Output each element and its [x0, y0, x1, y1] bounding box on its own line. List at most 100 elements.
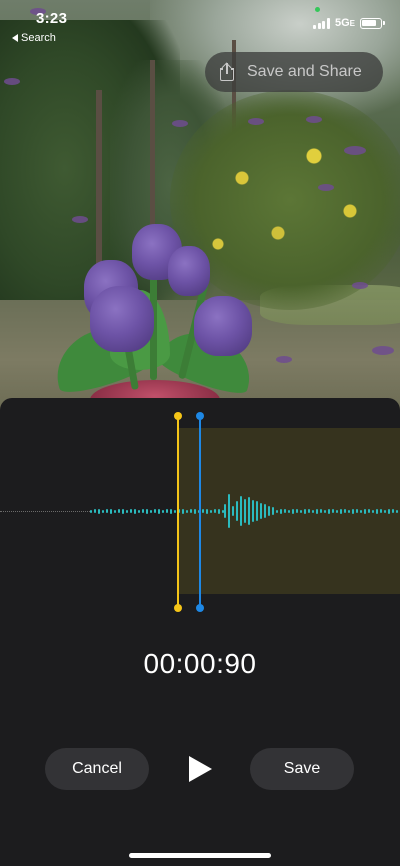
waveform-bar [194, 508, 196, 514]
waveform-bar [142, 509, 144, 513]
waveform-bar [312, 509, 314, 513]
waveform-bar [308, 509, 310, 513]
back-arrow-icon [12, 34, 18, 42]
waveform-bar [106, 509, 108, 513]
waveform-bar [252, 500, 254, 522]
waveform-bar [356, 509, 358, 513]
waveform-bar [162, 509, 164, 513]
tulip-bloom [90, 286, 154, 352]
share-icon [219, 62, 235, 81]
waveform-bar [98, 508, 100, 514]
floating-petal [344, 146, 366, 155]
waveform-bar [260, 503, 262, 519]
waveform-bar [202, 509, 204, 513]
waveform-bar [232, 506, 234, 516]
waveform-bar [324, 509, 326, 513]
floating-petal [248, 118, 264, 125]
trim-start-handle[interactable] [174, 412, 182, 612]
save-button[interactable]: Save [250, 748, 354, 790]
playhead-bottom-knob[interactable] [196, 604, 204, 612]
battery-icon [360, 17, 385, 29]
floating-petal [318, 184, 334, 191]
waveform-bar [256, 501, 258, 521]
back-link-label: Search [21, 32, 56, 44]
floating-petal [306, 116, 322, 123]
waveform-bar [296, 509, 298, 513]
waveform-bar [268, 506, 270, 516]
back-to-search-link[interactable]: Search [12, 32, 56, 44]
waveform-bar [336, 509, 338, 513]
tulip-bloom [194, 296, 252, 356]
waveform-bar [396, 509, 398, 513]
waveform-bar [138, 509, 140, 513]
save-and-share-button[interactable]: Save and Share [205, 52, 383, 92]
waveform-bar [240, 496, 242, 526]
waveform-bar [90, 509, 92, 513]
waveform-bar [206, 508, 208, 514]
waveform-bar [360, 509, 362, 513]
waveform-bar [114, 509, 116, 513]
tulip-bloom [168, 246, 210, 296]
waveform-bar [376, 508, 378, 514]
waveform-bar [272, 507, 274, 515]
waveform-bar [280, 508, 282, 514]
trim-start-handle-top-knob[interactable] [174, 412, 182, 420]
waveform-bar [380, 509, 382, 513]
waveform-bar [320, 509, 322, 513]
status-icons: 5GE [313, 17, 385, 29]
waveform-bar [190, 509, 192, 513]
status-time: 3:23 [36, 10, 68, 27]
camera-in-use-indicator [315, 7, 320, 12]
waveform-bar [102, 509, 104, 513]
cellular-signal-icon [313, 17, 330, 29]
waveform-bar [218, 508, 220, 514]
waveform-bar [130, 509, 132, 513]
floating-petal [352, 282, 368, 289]
waveform-bar [284, 509, 286, 513]
waveform-bar [158, 508, 160, 514]
waveform-bar [288, 509, 290, 513]
waveform-bar [364, 508, 366, 514]
waveform-bar [304, 508, 306, 514]
status-bar: 3:23 Search 5GE [0, 0, 400, 50]
trim-start-handle-bottom-knob[interactable] [174, 604, 182, 612]
waveform-bar [150, 509, 152, 513]
waveform-bar [126, 509, 128, 513]
home-indicator[interactable] [129, 853, 271, 858]
waveform-bar [300, 509, 302, 513]
waveform-editor[interactable] [0, 412, 400, 616]
floating-petal [372, 346, 394, 355]
waveform-bar [214, 509, 216, 513]
waveform-bar [264, 504, 266, 518]
audio-trim-sheet: 00:00:90 Cancel Save [0, 398, 400, 866]
waveform-bar [368, 509, 370, 513]
waveform-bar [388, 508, 390, 514]
waveform-bar [186, 509, 188, 513]
save-and-share-label: Save and Share [247, 63, 362, 80]
waveform-bar [392, 509, 394, 513]
network-type: 5GE [334, 17, 355, 29]
waveform-bar [154, 509, 156, 513]
cancel-button[interactable]: Cancel [45, 748, 149, 790]
play-icon [189, 756, 212, 782]
play-button[interactable] [186, 755, 214, 783]
waveform-bar [292, 508, 294, 514]
waveform-bar [182, 508, 184, 514]
waveform-bar [122, 508, 124, 514]
waveform-bar [340, 508, 342, 514]
waveform-bar [372, 509, 374, 513]
waveform-bar [248, 497, 250, 525]
waveform-bar [328, 508, 330, 514]
waveform-bar [236, 501, 238, 521]
waveform-bar [170, 508, 172, 514]
waveform-bar [110, 508, 112, 514]
playhead-handle[interactable] [196, 412, 204, 612]
waveform-bar [316, 508, 318, 514]
playhead-top-knob[interactable] [196, 412, 204, 420]
waveform-bar [244, 499, 246, 523]
waveform-bar [118, 509, 120, 513]
waveform-bar [134, 508, 136, 514]
floating-petal [4, 78, 20, 85]
waveform-bar [166, 509, 168, 513]
waveform-bar [94, 509, 96, 513]
